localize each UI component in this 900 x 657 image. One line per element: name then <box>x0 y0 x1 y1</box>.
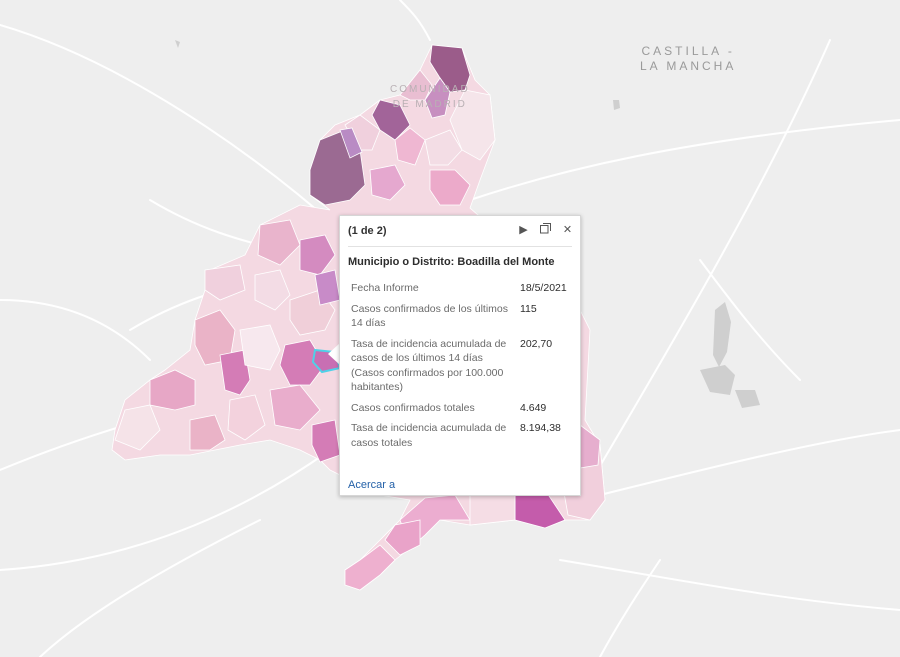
field-value: 18/5/2021 <box>520 282 567 294</box>
play-icon[interactable]: ▶ <box>517 223 530 238</box>
castilla-label-line2: LA MANCHA <box>640 59 737 73</box>
field-label: Fecha Informe <box>351 282 419 294</box>
castilla-la-mancha-label: CASTILLA - LA MANCHA <box>640 44 736 74</box>
close-icon[interactable]: ✕ <box>561 223 574 238</box>
comunidad-madrid-label: COMUNIDAD DE MADRID <box>390 82 470 112</box>
popup-title: Municipio o Distrito: Boadilla del Monte <box>348 246 572 276</box>
comunidad-label-line1: COMUNIDAD <box>390 84 470 95</box>
table-row: Fecha Informe 18/5/2021 <box>348 278 574 299</box>
field-label: Tasa de incidencia acumulada de casos to… <box>351 422 507 449</box>
popup-header: (1 de 2) ▶ ✕ <box>340 216 580 246</box>
field-value: 202,70 <box>520 337 553 350</box>
comunidad-label-line2: DE MADRID <box>392 99 467 110</box>
castilla-label-line1: CASTILLA - <box>641 44 735 58</box>
popup-header-icons: ▶ ✕ <box>517 223 574 238</box>
attribute-table: Fecha Informe 18/5/2021 Casos confirmado… <box>348 278 574 453</box>
table-row: Tasa de incidencia acumulada de casos to… <box>348 418 574 453</box>
table-row: Tasa de incidencia acumulada de casos de… <box>348 334 574 398</box>
table-row: Casos confirmados totales 4.649 <box>348 398 574 419</box>
field-value: 4.649 <box>520 401 547 414</box>
dock-icon[interactable] <box>539 223 552 238</box>
field-value: 8.194,38 <box>520 422 561 434</box>
field-label: Tasa de incidencia acumulada de casos de… <box>351 337 507 394</box>
field-label: Casos confirmados de los últimos 14 días <box>351 302 508 330</box>
popup-pagination: (1 de 2) <box>348 225 387 237</box>
feature-popup: (1 de 2) ▶ ✕ Municipio o Distrito: Boadi… <box>339 215 581 496</box>
table-row: Casos confirmados de los últimos 14 días… <box>348 299 574 334</box>
field-value: 115 <box>520 302 537 315</box>
zoom-to-link[interactable]: Acercar a <box>348 479 395 491</box>
field-label: Casos confirmados totales <box>351 401 475 414</box>
